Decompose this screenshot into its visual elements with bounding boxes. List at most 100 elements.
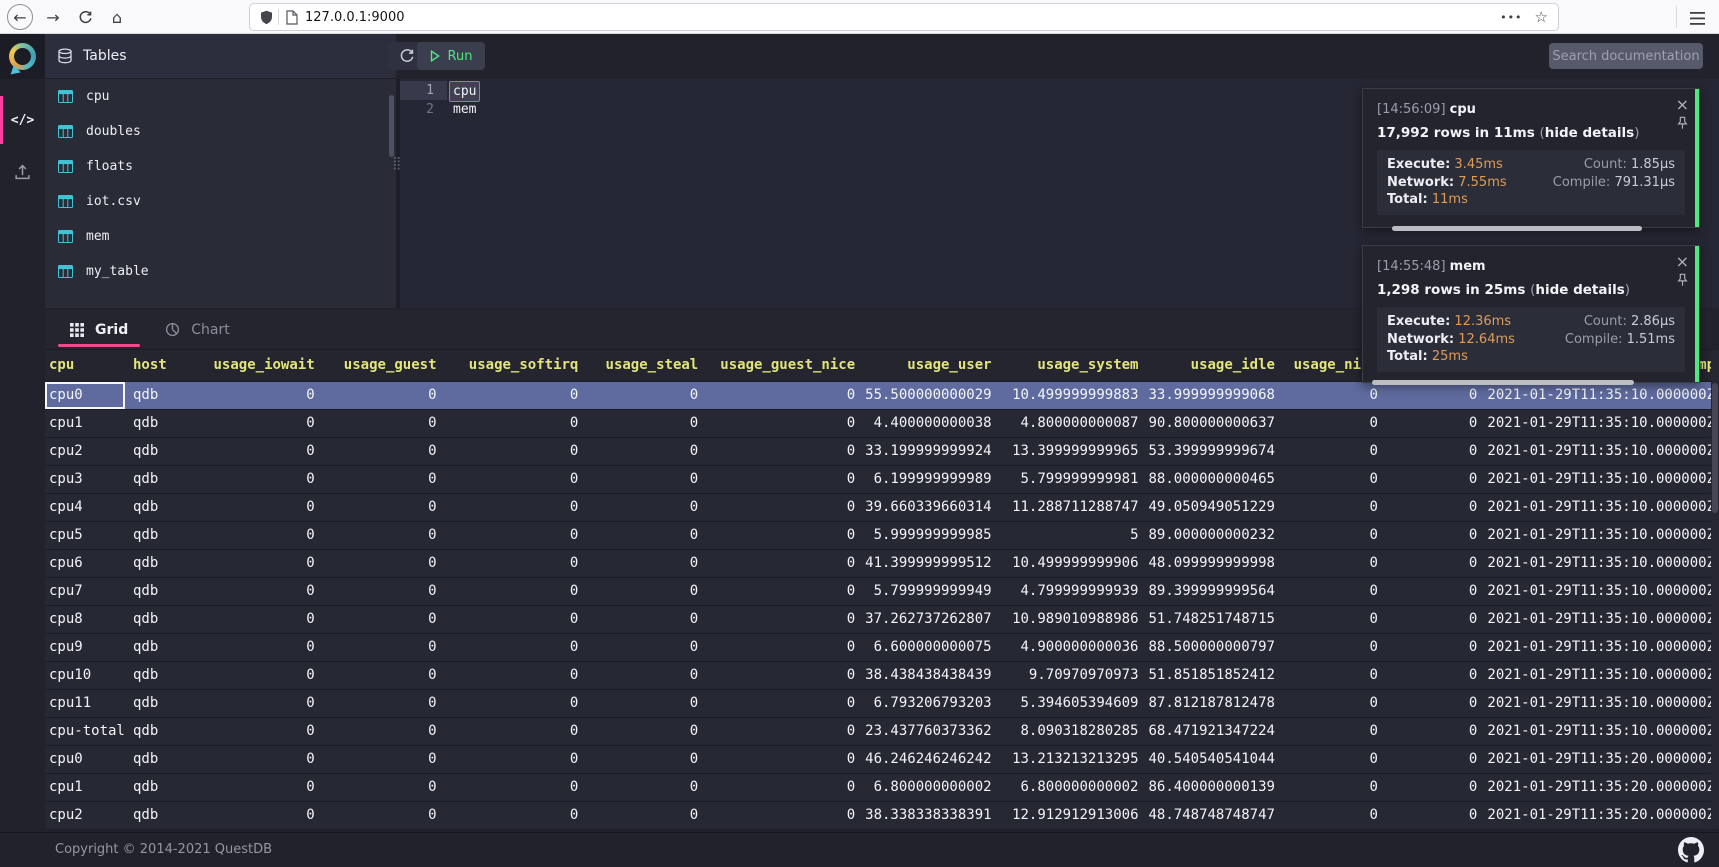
- grid-cell[interactable]: 0: [588, 745, 708, 773]
- grid-cell[interactable]: 0: [210, 465, 325, 493]
- grid-cell[interactable]: 0: [447, 521, 589, 549]
- grid-cell[interactable]: 0: [447, 605, 589, 633]
- grid-cell[interactable]: 0: [447, 801, 589, 829]
- grid-cell[interactable]: 0: [588, 689, 708, 717]
- grid-cell[interactable]: 40.540540541044: [1149, 745, 1285, 773]
- table-row[interactable]: cpu4qdb0000039.66033966031411.2887112887…: [45, 493, 1719, 521]
- table-row[interactable]: cpu1qdb000006.8000000000026.800000000002…: [45, 773, 1719, 801]
- grid-cell[interactable]: 0: [1388, 745, 1487, 773]
- github-link[interactable]: [1678, 837, 1704, 867]
- grid-cell[interactable]: 0: [1388, 661, 1487, 689]
- grid-cell[interactable]: 0: [1388, 521, 1487, 549]
- grid-cell[interactable]: 0: [588, 773, 708, 801]
- table-row[interactable]: cpu3qdb000006.1999999999895.799999999981…: [45, 465, 1719, 493]
- hide-details-link[interactable]: hide details: [1535, 282, 1624, 298]
- grid-cell[interactable]: 0: [447, 493, 589, 521]
- grid-cell[interactable]: 0: [210, 689, 325, 717]
- grid-cell[interactable]: 89.399999999564: [1149, 577, 1285, 605]
- grid-cell[interactable]: 0: [325, 549, 447, 577]
- search-documentation-button[interactable]: Search documentation: [1549, 43, 1703, 69]
- browser-refresh-button[interactable]: [72, 4, 98, 30]
- grid-cell[interactable]: 0: [588, 577, 708, 605]
- grid-cell[interactable]: cpu2: [45, 437, 125, 465]
- table-row[interactable]: cpu0qdb0000046.24624624624213.2132132132…: [45, 745, 1719, 773]
- grid-cell[interactable]: 39.660339660314: [865, 493, 1001, 521]
- browser-home-button[interactable]: ⌂: [104, 4, 130, 30]
- sidebar-item-my_table[interactable]: my_table: [45, 254, 396, 289]
- grid-cell[interactable]: qdb: [125, 437, 210, 465]
- grid-cell[interactable]: cpu6: [45, 549, 125, 577]
- grid-cell[interactable]: 0: [1388, 409, 1487, 437]
- grid-cell[interactable]: 0: [708, 717, 865, 745]
- grid-scrollbar-thumb[interactable]: [1712, 383, 1718, 513]
- grid-cell[interactable]: 0: [447, 465, 589, 493]
- grid-cell[interactable]: 13.399999999965: [1002, 437, 1149, 465]
- grid-cell[interactable]: 0: [210, 745, 325, 773]
- table-row[interactable]: cpu8qdb0000037.26273726280710.9890109889…: [45, 605, 1719, 633]
- grid-cell[interactable]: 0: [447, 773, 589, 801]
- grid-cell[interactable]: 2021-01-29T11:35:10.000000Z: [1487, 465, 1719, 493]
- grid-cell[interactable]: 0: [588, 409, 708, 437]
- grid-cell[interactable]: cpu2: [45, 801, 125, 829]
- sidebar-item-doubles[interactable]: doubles: [45, 114, 396, 149]
- grid-cell[interactable]: 10.989010988986: [1002, 605, 1149, 633]
- grid-cell[interactable]: 0: [708, 801, 865, 829]
- grid-cell[interactable]: 2021-01-29T11:35:10.000000Z: [1487, 577, 1719, 605]
- grid-cell[interactable]: 0: [325, 577, 447, 605]
- grid-cell[interactable]: 4.900000000036: [1002, 633, 1149, 661]
- grid-cell[interactable]: 0: [210, 549, 325, 577]
- grid-cell[interactable]: 0: [210, 717, 325, 745]
- grid-cell[interactable]: 0: [325, 521, 447, 549]
- grid-cell[interactable]: 87.812187812478: [1149, 689, 1285, 717]
- grid-cell[interactable]: 5.999999999985: [865, 521, 1001, 549]
- grid-cell[interactable]: 2021-01-29T11:35:10.000000Z: [1487, 689, 1719, 717]
- grid-cell[interactable]: 0: [1388, 381, 1487, 409]
- sidebar-item-iot.csv[interactable]: iot.csv: [45, 184, 396, 219]
- grid-cell[interactable]: 0: [210, 773, 325, 801]
- grid-cell[interactable]: 38.338338338391: [865, 801, 1001, 829]
- grid-cell[interactable]: 5: [1002, 521, 1149, 549]
- grid-cell[interactable]: 55.500000000029: [865, 381, 1001, 409]
- grid-cell[interactable]: 0: [1285, 773, 1388, 801]
- table-row[interactable]: cpu0qdb0000055.50000000002910.4999999998…: [45, 381, 1719, 409]
- grid-cell[interactable]: 6.800000000002: [1002, 773, 1149, 801]
- grid-cell[interactable]: 0: [1388, 493, 1487, 521]
- grid-cell[interactable]: 0: [447, 549, 589, 577]
- grid-cell[interactable]: 2021-01-29T11:35:20.000000Z: [1487, 773, 1719, 801]
- grid-cell[interactable]: cpu0: [45, 381, 125, 409]
- grid-cell[interactable]: 0: [325, 465, 447, 493]
- grid-cell[interactable]: 6.793206793203: [865, 689, 1001, 717]
- grid-cell[interactable]: 10.499999999883: [1002, 381, 1149, 409]
- grid-cell[interactable]: 41.399999999512: [865, 549, 1001, 577]
- tab-grid[interactable]: Grid: [58, 310, 140, 349]
- grid-cell[interactable]: 9.70970970973: [1002, 661, 1149, 689]
- grid-cell[interactable]: 48.099999999998: [1149, 549, 1285, 577]
- grid-cell[interactable]: 0: [1388, 605, 1487, 633]
- grid-cell[interactable]: 0: [1285, 689, 1388, 717]
- grid-cell[interactable]: qdb: [125, 577, 210, 605]
- grid-cell[interactable]: qdb: [125, 745, 210, 773]
- grid-cell[interactable]: 0: [447, 381, 589, 409]
- notification-scrollbar[interactable]: [1392, 226, 1642, 231]
- grid-cell[interactable]: 0: [1285, 633, 1388, 661]
- grid-cell[interactable]: 0: [325, 437, 447, 465]
- grid-cell[interactable]: 37.262737262807: [865, 605, 1001, 633]
- grid-cell[interactable]: cpu0: [45, 745, 125, 773]
- grid-cell[interactable]: 0: [588, 661, 708, 689]
- grid-cell[interactable]: 0: [708, 493, 865, 521]
- grid-cell[interactable]: 0: [1388, 465, 1487, 493]
- grid-cell[interactable]: 0: [325, 493, 447, 521]
- grid-cell[interactable]: 2021-01-29T11:35:10.000000Z: [1487, 549, 1719, 577]
- grid-cell[interactable]: 46.246246246242: [865, 745, 1001, 773]
- browser-back-button[interactable]: ←: [7, 4, 33, 30]
- grid-cell[interactable]: 4.400000000038: [865, 409, 1001, 437]
- grid-cell[interactable]: 5.394605394609: [1002, 689, 1149, 717]
- grid-cell[interactable]: 0: [708, 465, 865, 493]
- grid-cell[interactable]: 2021-01-29T11:35:10.000000Z: [1487, 409, 1719, 437]
- table-row[interactable]: cpu-totalqdb0000023.4377603733628.090318…: [45, 717, 1719, 745]
- grid-cell[interactable]: 0: [708, 633, 865, 661]
- close-icon[interactable]: ×: [1676, 252, 1689, 271]
- column-header-usage_system[interactable]: usage_system: [1002, 350, 1149, 381]
- grid-cell[interactable]: 0: [210, 521, 325, 549]
- grid-cell[interactable]: 0: [1285, 661, 1388, 689]
